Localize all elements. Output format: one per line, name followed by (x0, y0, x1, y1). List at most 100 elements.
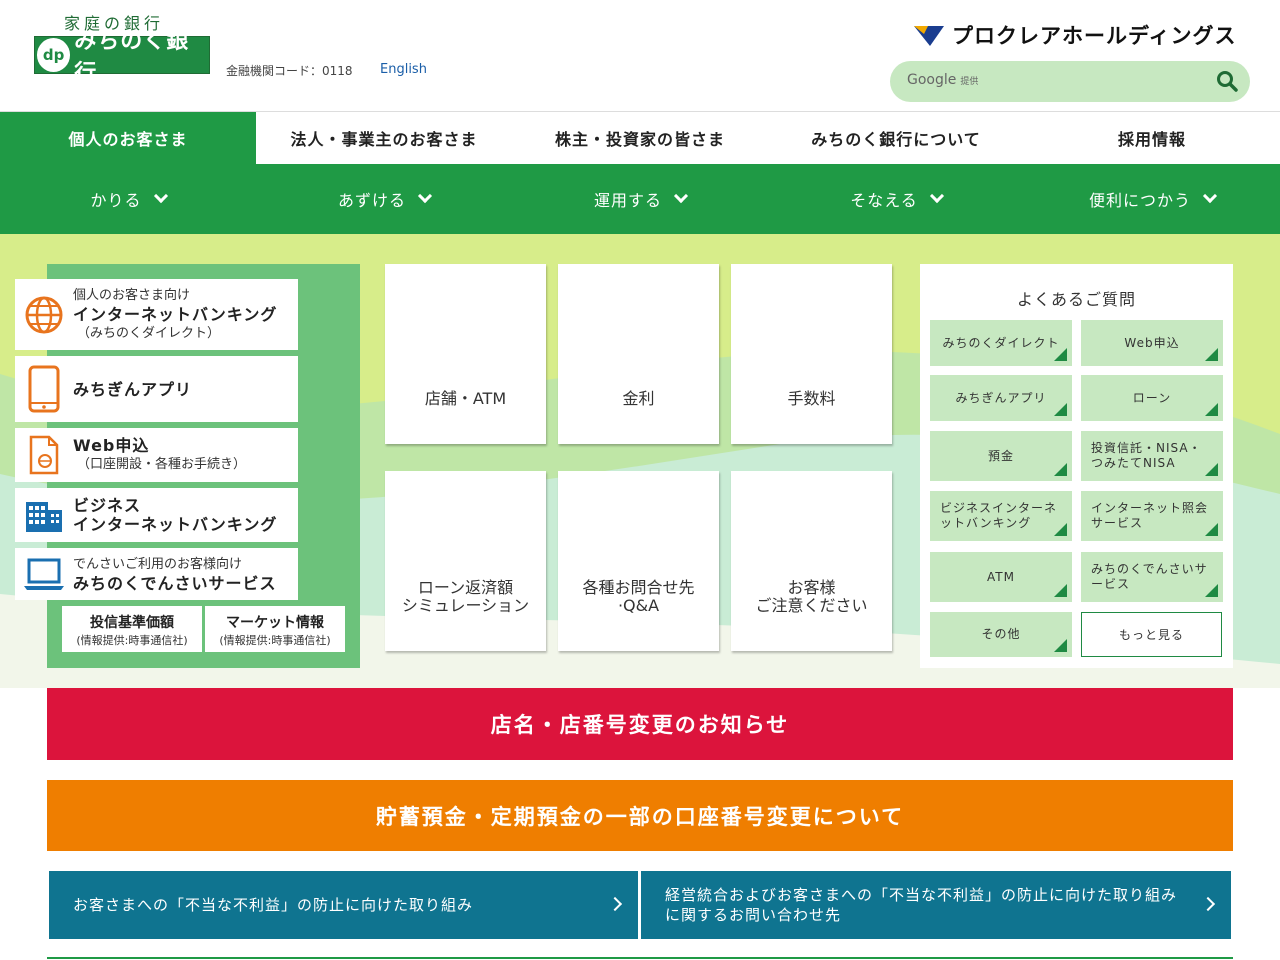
english-link[interactable]: English (380, 62, 427, 77)
bank-logo[interactable]: 家庭の銀行 dp みちのく銀行 (34, 14, 210, 86)
faq-title: よくあるご質問 (1016, 290, 1136, 309)
tile-label-2: ご注意ください (755, 596, 868, 615)
smartphone-icon (15, 365, 73, 413)
logo-name: みちのく銀行 (74, 29, 190, 86)
faq-more-button[interactable]: もっと見る (1081, 612, 1222, 657)
holdings-name: プロクレアホールディングス (952, 24, 1237, 48)
globe-icon (15, 295, 73, 335)
tile-label: 手数料 (787, 389, 836, 408)
faq-label: 預金 (987, 448, 1014, 463)
fund-price-source: (情報提供:時事通信社) (76, 634, 188, 647)
faq-item[interactable]: Web申込 (1081, 320, 1223, 366)
web-apply-title: Web申込 (73, 436, 150, 455)
tile-label-2: シミュレーション (401, 596, 530, 615)
market-info-title: マーケット情報 (226, 615, 324, 631)
faq-item[interactable]: インターネット照会サービス (1081, 491, 1223, 541)
tab-personal[interactable]: 個人のお客さま (0, 112, 256, 164)
info-unfair-disadvantage[interactable]: お客さまへの「不当な不利益」の防止に向けた取り組み (49, 871, 638, 939)
info-label: 経営統合およびお客さまへの「不当な不利益」の防止に向けた取り組みに関するお問い合… (665, 886, 1178, 924)
notice-account-number-change[interactable]: 貯蓄預金・定期預金の一部の口座番号変更について (47, 780, 1233, 851)
logo-box: dp みちのく銀行 (34, 29, 210, 86)
corner-arrow-icon (1054, 523, 1067, 536)
tile-store-atm[interactable]: 店舗・ATM (385, 264, 546, 444)
subnav-borrow[interactable]: かりる (0, 164, 256, 234)
faq-item[interactable]: 投資信託・NISA・つみたてNISA (1081, 431, 1223, 481)
business-ib-link[interactable]: ビジネス インターネットバンキング (15, 488, 298, 542)
corner-arrow-icon (1054, 403, 1067, 416)
divider (47, 957, 1233, 959)
subnav-invest[interactable]: 運用する (512, 164, 768, 234)
app-title: みちぎんアプリ (73, 379, 193, 399)
faq-item[interactable]: ローン (1081, 375, 1223, 421)
faq-label: みちぎんアプリ (955, 390, 1047, 405)
faq-label: ローン (1132, 390, 1172, 405)
web-apply-link[interactable]: Web申込 （口座開設・各種お手続き） (15, 428, 298, 482)
densai-link[interactable]: でんさいご利用のお客様向け みちのくでんさいサービス (15, 548, 298, 600)
corner-arrow-icon (1205, 403, 1218, 416)
bank-code: 金融機関コード：0118 (226, 64, 353, 78)
internet-banking-link[interactable]: 個人のお客さま向け インターネットバンキング （みちのくダイレクト） (15, 279, 298, 350)
faq-item[interactable]: みちのくダイレクト (930, 320, 1072, 366)
market-info-source: (情報提供:時事通信社) (219, 634, 331, 647)
tile-rates[interactable]: 金利 (558, 264, 719, 444)
chevron-down-icon (417, 188, 433, 204)
chevron-right-icon (607, 896, 623, 912)
notice-branch-change[interactable]: 店名・店番号変更のお知らせ (47, 688, 1233, 760)
tab-investors[interactable]: 株主・投資家の皆さま (512, 112, 768, 164)
search-button[interactable] (1214, 69, 1240, 95)
faq-item[interactable]: その他 (930, 612, 1072, 657)
subnav-label: かりる (90, 191, 142, 210)
document-icon (15, 435, 73, 475)
tile-caution[interactable]: お客様 ご注意ください (731, 471, 892, 651)
info-contact-merger[interactable]: 経営統合およびお客さまへの「不当な不利益」の防止に向けた取り組みに関するお問い合… (641, 871, 1231, 939)
dp-mark-icon: dp (37, 38, 71, 72)
faq-label: ビジネスインターネットバンキング (940, 501, 1058, 530)
tile-contact[interactable]: 各種お問合せ先 ·Q&A (558, 471, 719, 651)
corner-arrow-icon (1205, 348, 1218, 361)
tile-label-1: お客様 (787, 578, 836, 597)
faq-item[interactable]: みちぎんアプリ (930, 375, 1072, 421)
app-link[interactable]: みちぎんアプリ (15, 356, 298, 422)
faq-label: みちのくでんさいサービス (1091, 562, 1208, 591)
tab-about[interactable]: みちのく銀行について (768, 112, 1024, 164)
faq-label: その他 (981, 627, 1021, 641)
subnav-label: そなえる (850, 191, 918, 210)
market-info-link[interactable]: マーケット情報 (情報提供:時事通信社) (205, 606, 345, 652)
ib-sub: （みちのくダイレクト） (77, 326, 221, 341)
site-search: Google 提供 (890, 61, 1250, 102)
business-ib-title-2: インターネットバンキング (73, 515, 278, 534)
web-apply-sub: （口座開設・各種お手続き） (77, 457, 247, 472)
subnav-label: 運用する (593, 191, 662, 210)
tile-label-1: 各種お問合せ先 (582, 578, 695, 597)
faq-item[interactable]: ビジネスインターネットバンキング (930, 491, 1072, 541)
main-nav: 個人のお客さま 法人・事業主のお客さま 株主・投資家の皆さま みちのく銀行につい… (0, 112, 1280, 164)
subnav-convenience[interactable]: 便利につかう (1024, 164, 1280, 234)
chevron-down-icon (1202, 188, 1218, 204)
business-ib-title-1: ビジネス (73, 496, 142, 515)
faq-item[interactable]: 預金 (930, 431, 1072, 481)
tab-corporate[interactable]: 法人・事業主のお客さま (256, 112, 512, 164)
tab-recruit[interactable]: 採用情報 (1024, 112, 1280, 164)
sub-nav: かりる あずける 運用する そなえる 便利につかう (0, 164, 1280, 234)
tile-label-1: ローン返済額 (417, 578, 514, 597)
corner-arrow-icon (1205, 523, 1218, 536)
corner-arrow-icon (1054, 584, 1067, 597)
faq-item[interactable]: ATM (930, 552, 1072, 602)
search-input[interactable] (906, 69, 1206, 94)
faq-item[interactable]: みちのくでんさいサービス (1081, 552, 1223, 602)
tile-fees[interactable]: 手数料 (731, 264, 892, 444)
tile-loan-simulation[interactable]: ローン返済額 シミュレーション (385, 471, 546, 651)
search-icon (1217, 70, 1238, 92)
faq-label: ATM (987, 569, 1015, 584)
ib-title: インターネットバンキング (73, 305, 278, 324)
fund-price-link[interactable]: 投信基準価額 (情報提供:時事通信社) (62, 606, 202, 652)
subnav-insure[interactable]: そなえる (768, 164, 1024, 234)
subnav-deposit[interactable]: あずける (256, 164, 512, 234)
corner-arrow-icon (1054, 463, 1067, 476)
holdings-logo[interactable]: プロクレアホールディングス (914, 20, 1237, 50)
faq-label: 投資信託・NISA・つみたてNISA (1091, 441, 1202, 470)
chevron-down-icon (153, 188, 168, 204)
site-header: 家庭の銀行 dp みちのく銀行 金融機関コード：0118 English プロク… (0, 0, 1280, 112)
building-icon (15, 498, 73, 532)
chevron-down-icon (929, 188, 944, 204)
